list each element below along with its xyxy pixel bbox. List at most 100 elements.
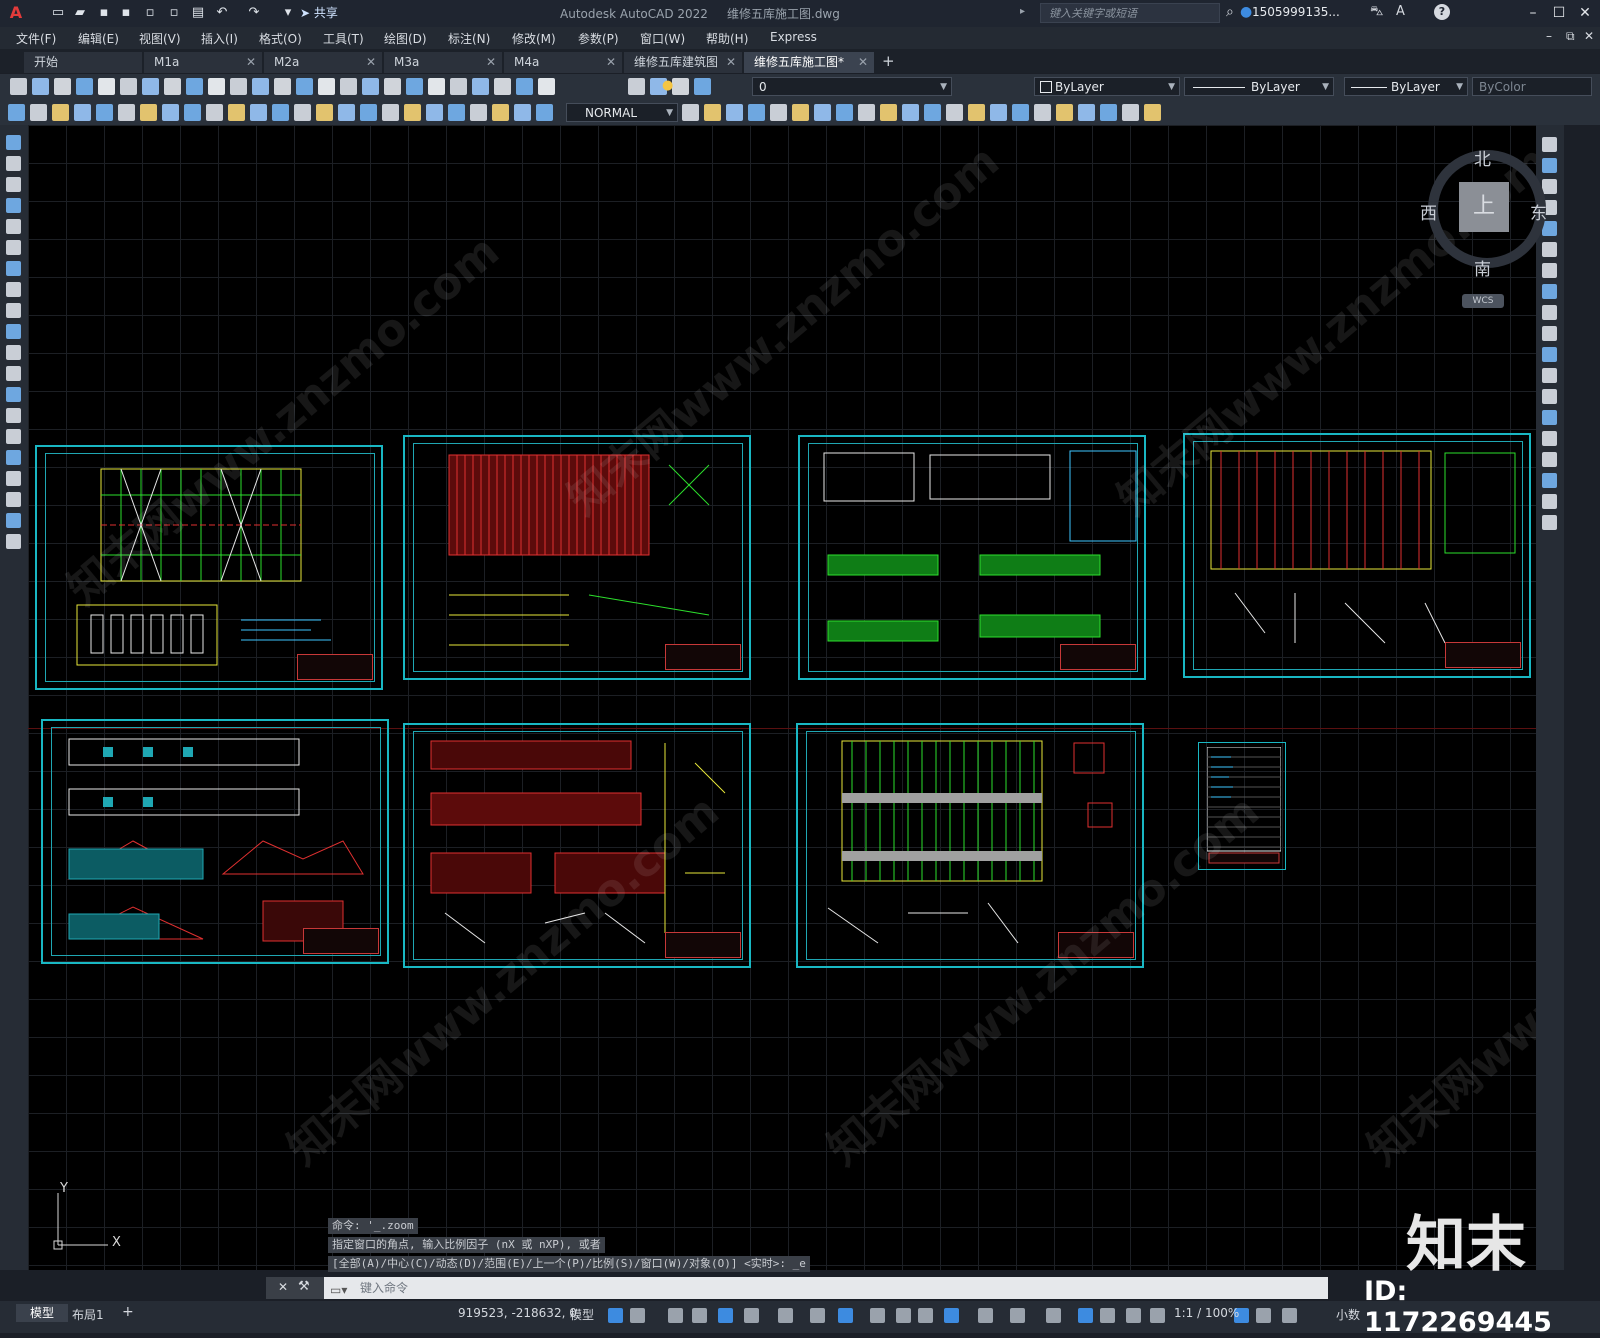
status-toggle-16-icon[interactable]	[1046, 1308, 1061, 1323]
right-modify-tool-12-icon[interactable]	[1542, 368, 1557, 383]
tab-close-icon[interactable]: ✕	[246, 52, 256, 73]
viewcube-north[interactable]: 北	[1474, 145, 1491, 170]
search-expand-icon[interactable]: ▸	[1020, 6, 1025, 17]
units-display[interactable]: 小数	[1336, 1306, 1360, 1323]
toolbar-button-2-icon[interactable]	[32, 78, 49, 95]
toolbar-button-20-icon[interactable]	[428, 78, 445, 95]
status-toggle-17-icon[interactable]	[1078, 1308, 1093, 1323]
draw-tool-23-icon[interactable]	[492, 104, 509, 121]
draw-tool-11-icon[interactable]	[228, 104, 245, 121]
draw-tool-40-icon[interactable]	[990, 104, 1007, 121]
left-draw-tool-6-icon[interactable]	[6, 240, 21, 255]
viewcube-east[interactable]: 东	[1530, 199, 1547, 224]
cart-icon[interactable]: ⛍	[1370, 4, 1383, 21]
right-modify-tool-9-icon[interactable]	[1542, 305, 1557, 320]
help-icon[interactable]: ?	[1434, 4, 1450, 20]
right-modify-tool-16-icon[interactable]	[1542, 452, 1557, 467]
toolbar-button-3-icon[interactable]	[54, 78, 71, 95]
status-toggle-19-icon[interactable]	[1126, 1308, 1141, 1323]
toolbar-button-21-icon[interactable]	[450, 78, 467, 95]
tab-m2a[interactable]: M2a ✕	[264, 52, 382, 73]
draw-tool-30-icon[interactable]	[770, 104, 787, 121]
left-draw-tool-4-icon[interactable]	[6, 198, 21, 213]
layer-bulb-icon[interactable]: ●	[662, 78, 673, 93]
tab-close-icon[interactable]: ✕	[858, 52, 868, 73]
toolbar-button-23-icon[interactable]	[494, 78, 511, 95]
toolbar-button-12-icon[interactable]	[252, 78, 269, 95]
tab-start[interactable]: 开始	[24, 52, 142, 73]
status-toggle-8-icon[interactable]	[810, 1308, 825, 1323]
toolbar-button-7-icon[interactable]	[142, 78, 159, 95]
plotstyle-dropdown[interactable]: ByColor	[1472, 77, 1592, 96]
draw-tool-19-icon[interactable]	[404, 104, 421, 121]
left-draw-tool-20-icon[interactable]	[6, 534, 21, 549]
doc-restore-icon[interactable]: ⧉	[1566, 29, 1575, 44]
open-file-icon[interactable]: ▰	[72, 5, 88, 21]
draw-tool-37-icon[interactable]	[924, 104, 941, 121]
status-toggle-3-icon[interactable]	[668, 1308, 683, 1323]
left-draw-tool-2-icon[interactable]	[6, 156, 21, 171]
command-input[interactable]: ▭▾ 键入命令	[324, 1277, 1328, 1299]
tab-m4a[interactable]: M4a ✕	[504, 52, 622, 73]
status-toggle-7-icon[interactable]	[778, 1308, 793, 1323]
draw-tool-3-icon[interactable]	[52, 104, 69, 121]
draw-tool-32-icon[interactable]	[814, 104, 831, 121]
left-draw-tool-15-icon[interactable]	[6, 429, 21, 444]
toolbar-button-24-icon[interactable]	[516, 78, 533, 95]
redo-icon[interactable]: ↷	[246, 5, 262, 21]
tab-close-icon[interactable]: ✕	[606, 52, 616, 73]
toolbar-button-15-icon[interactable]	[318, 78, 335, 95]
right-modify-tool-17-icon[interactable]	[1542, 473, 1557, 488]
status-toggle-11-icon[interactable]	[896, 1308, 911, 1323]
status-toggle-4-icon[interactable]	[692, 1308, 707, 1323]
undo-icon[interactable]: ↶	[214, 5, 230, 21]
menu-insert[interactable]: 插入(I)	[201, 30, 238, 47]
status-toggle-5-icon[interactable]	[718, 1308, 733, 1323]
status-toggle-13-icon[interactable]	[944, 1308, 959, 1323]
draw-tool-21-icon[interactable]	[448, 104, 465, 121]
draw-tool-34-icon[interactable]	[858, 104, 875, 121]
right-modify-tool-11-icon[interactable]	[1542, 347, 1557, 362]
menu-express[interactable]: Express	[770, 30, 817, 44]
draw-tool-17-icon[interactable]	[360, 104, 377, 121]
draw-tool-18-icon[interactable]	[382, 104, 399, 121]
toolbar-button-1-icon[interactable]	[10, 78, 27, 95]
left-draw-tool-13-icon[interactable]	[6, 387, 21, 402]
draw-tool-45-icon[interactable]	[1100, 104, 1117, 121]
left-draw-tool-11-icon[interactable]	[6, 345, 21, 360]
viewcube-top-face[interactable]: 上	[1459, 182, 1509, 232]
left-draw-tool-8-icon[interactable]	[6, 282, 21, 297]
status-toggle-2-icon[interactable]	[630, 1308, 645, 1323]
minimize-icon[interactable]: –	[1522, 3, 1544, 23]
toolbar-button-9-icon[interactable]	[186, 78, 203, 95]
autodesk-app-icon[interactable]: A	[1396, 4, 1405, 19]
toolbar-button-4-icon[interactable]	[76, 78, 93, 95]
tab-close-icon[interactable]: ✕	[366, 52, 376, 73]
toolbar-button-6-icon[interactable]	[120, 78, 137, 95]
right-modify-tool-19-icon[interactable]	[1542, 515, 1557, 530]
draw-tool-35-icon[interactable]	[880, 104, 897, 121]
status-toggle-14-icon[interactable]	[978, 1308, 993, 1323]
menu-format[interactable]: 格式(O)	[259, 30, 302, 47]
left-draw-tool-18-icon[interactable]	[6, 492, 21, 507]
status-toggle-1-icon[interactable]	[608, 1308, 623, 1323]
draw-tool-26-icon[interactable]	[682, 104, 699, 121]
drawing-canvas[interactable]: 知末网www.znzmo.com 知末网www.znzmo.com 知末网www…	[28, 125, 1536, 1270]
toolbar-button-17-icon[interactable]	[362, 78, 379, 95]
search-input[interactable]: 键入关键字或短语	[1040, 3, 1220, 23]
tab-construction[interactable]: 维修五库施工图* ✕	[744, 52, 874, 73]
draw-tool-7-icon[interactable]	[140, 104, 157, 121]
menu-help[interactable]: 帮助(H)	[706, 30, 748, 47]
draw-tool-2-icon[interactable]	[30, 104, 47, 121]
left-draw-tool-9-icon[interactable]	[6, 303, 21, 318]
save-icon[interactable]: ▪	[96, 5, 112, 21]
share-button[interactable]: ➤ 共享	[300, 4, 338, 22]
autocad-logo-icon[interactable]: A	[6, 3, 26, 23]
draw-tool-46-icon[interactable]	[1122, 104, 1139, 121]
draw-tool-13-icon[interactable]	[272, 104, 289, 121]
status-toggle-22-icon[interactable]	[1256, 1308, 1271, 1323]
toolbar-button-29-icon[interactable]	[694, 78, 711, 95]
draw-tool-9-icon[interactable]	[184, 104, 201, 121]
menu-tools[interactable]: 工具(T)	[323, 30, 364, 47]
left-draw-tool-16-icon[interactable]	[6, 450, 21, 465]
